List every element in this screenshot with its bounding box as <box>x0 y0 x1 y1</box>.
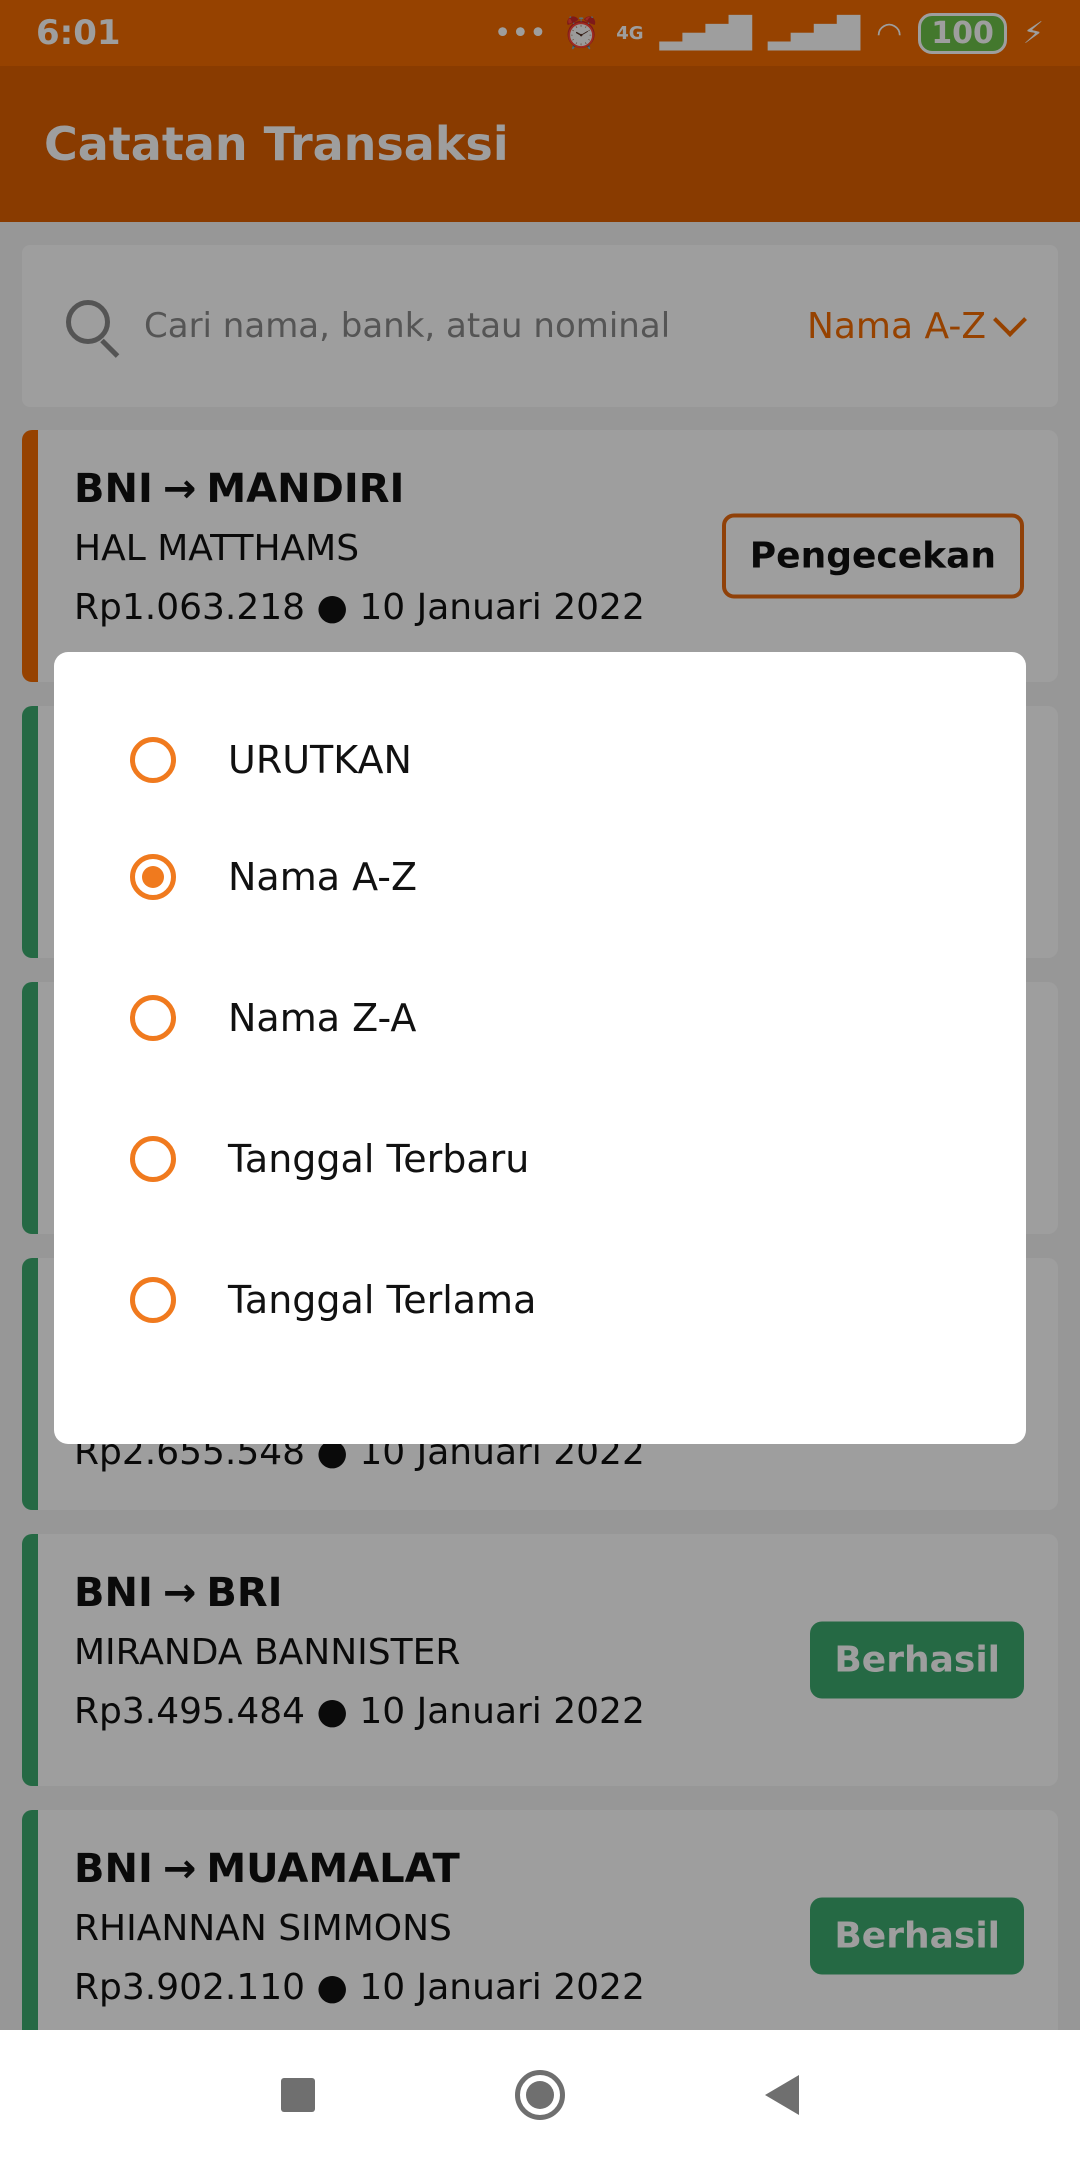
sort-option-label: Tanggal Terbaru <box>228 1136 530 1181</box>
sort-option-label: URUTKAN <box>228 738 412 782</box>
radio-button[interactable] <box>130 737 176 783</box>
sort-option-name-desc[interactable]: Nama Z-A <box>54 947 1026 1088</box>
radio-button[interactable] <box>130 1135 176 1182</box>
radio-button-selected[interactable] <box>130 853 176 900</box>
back-icon[interactable] <box>765 2075 799 2115</box>
radio-button[interactable] <box>130 1276 176 1323</box>
radio-button[interactable] <box>130 994 176 1041</box>
sort-option-label: Nama A-Z <box>228 854 417 899</box>
sort-option-label: Tanggal Terlama <box>228 1277 537 1322</box>
home-icon[interactable] <box>515 2070 565 2120</box>
sort-option-date-newest[interactable]: Tanggal Terbaru <box>54 1088 1026 1229</box>
sort-dialog: URUTKAN Nama A-Z Nama Z-A Tanggal Terbar… <box>54 652 1026 1444</box>
sort-option-date-oldest[interactable]: Tanggal Terlama <box>54 1229 1026 1370</box>
sort-option-name-asc[interactable]: Nama A-Z <box>54 806 1026 947</box>
system-nav-bar <box>0 2030 1080 2160</box>
sort-option-label: Nama Z-A <box>228 995 417 1040</box>
recent-apps-icon[interactable] <box>281 2078 315 2112</box>
sort-option-urutkan[interactable]: URUTKAN <box>54 714 1026 806</box>
